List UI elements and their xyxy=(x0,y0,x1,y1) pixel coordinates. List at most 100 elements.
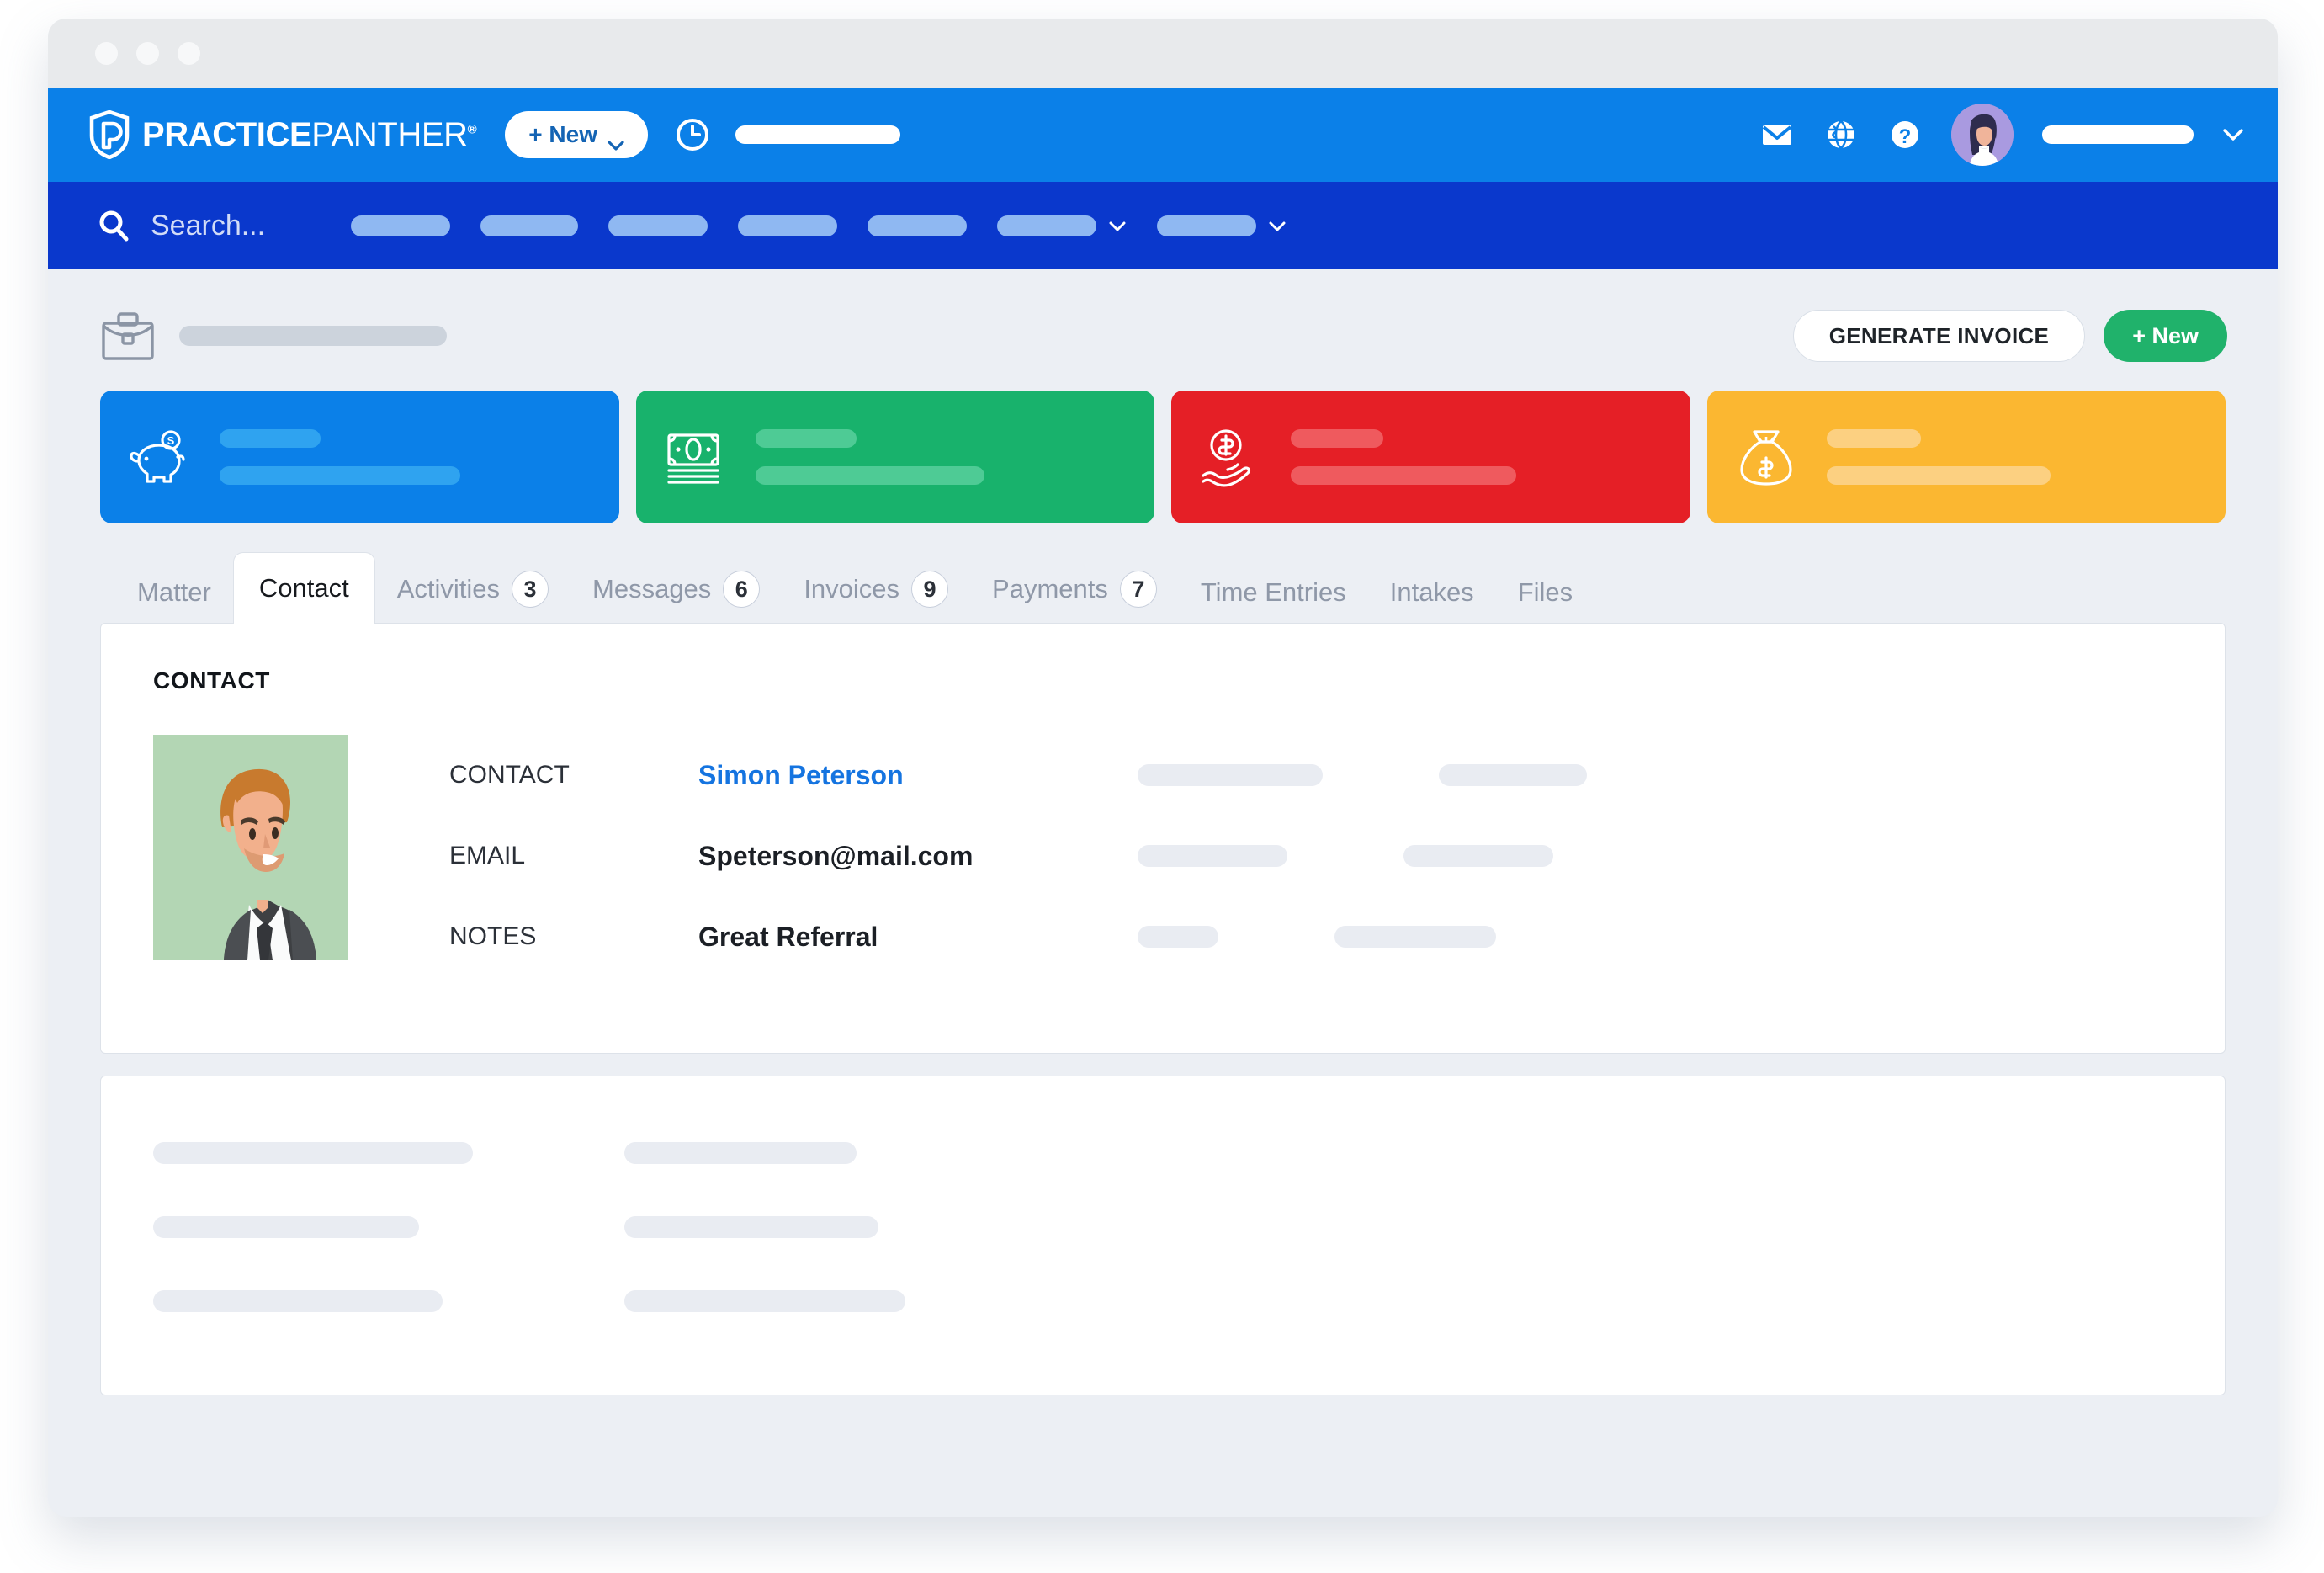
nav-item-7-pill xyxy=(1157,215,1257,236)
page-body: GENERATE INVOICE + New S Matter Contact … xyxy=(48,269,2278,1517)
secondary-panel xyxy=(100,1076,2226,1395)
contact-field-list: CONTACT Simon Peterson EMAIL Speterson@m… xyxy=(449,735,2173,977)
tab-contact[interactable]: Contact xyxy=(232,552,375,624)
placeholder-bar xyxy=(624,1216,878,1238)
contact-email-value: Speterson@mail.com xyxy=(698,840,974,871)
nav-item-4[interactable] xyxy=(738,215,838,236)
window-minimize-button[interactable] xyxy=(136,41,159,65)
tab-label: Time Entries xyxy=(1200,577,1346,607)
brand-registered-mark: ® xyxy=(467,122,477,137)
stat-card-lines xyxy=(220,429,460,485)
contact-details: CONTACT Simon Peterson EMAIL Speterson@m… xyxy=(153,735,2173,977)
contact-name-link[interactable]: Simon Peterson xyxy=(698,760,1119,791)
tab-badge: 7 xyxy=(1119,571,1157,608)
contact-notes-value: Great Referral xyxy=(698,921,878,952)
main-navigation xyxy=(351,215,1287,236)
shield-p-logo-icon xyxy=(88,109,130,160)
globe-icon[interactable] xyxy=(1823,117,1859,152)
placeholder-bar xyxy=(624,1142,857,1164)
stat-line-value xyxy=(1291,466,1516,485)
tab-label: Intakes xyxy=(1389,577,1474,607)
stat-card-lines xyxy=(755,429,984,485)
generate-invoice-button[interactable]: GENERATE INVOICE xyxy=(1792,310,2086,362)
tab-intakes[interactable]: Intakes xyxy=(1368,562,1496,623)
window-close-button[interactable] xyxy=(95,41,118,65)
field-row-contact: CONTACT Simon Peterson xyxy=(449,735,2173,816)
tab-time-entries[interactable]: Time Entries xyxy=(1179,562,1368,623)
tab-label: Matter xyxy=(137,577,211,607)
user-name-placeholder xyxy=(2042,125,2194,144)
panel-title: CONTACT xyxy=(153,667,270,694)
svg-text:?: ? xyxy=(1899,125,1912,148)
placeholder-bar xyxy=(624,1290,905,1312)
nav-item-3[interactable] xyxy=(608,215,708,236)
ghost-value-a xyxy=(1138,926,1218,948)
matter-name-placeholder xyxy=(179,326,447,346)
brand-bold: PRACTICE xyxy=(142,115,312,153)
field-label: CONTACT xyxy=(449,761,570,789)
stat-card-collected[interactable] xyxy=(1706,391,2226,523)
chevron-down-icon[interactable] xyxy=(2222,128,2244,141)
tab-label: Payments xyxy=(992,574,1108,603)
stat-line-value xyxy=(1826,466,2051,485)
field-row-email: EMAIL Speterson@mail.com xyxy=(449,816,2173,896)
tab-invoices[interactable]: Invoices 9 xyxy=(782,555,970,623)
stat-card-outstanding[interactable] xyxy=(1171,391,1690,523)
brand-wordmark: PRACTICEPANTHER® xyxy=(142,115,477,154)
placeholder-grid xyxy=(153,1142,2173,1312)
timer-clock-icon[interactable] xyxy=(675,117,710,152)
nav-item-2[interactable] xyxy=(480,215,579,236)
tab-label: Messages xyxy=(592,574,712,603)
nav-item-6-pill xyxy=(997,215,1097,236)
tab-payments[interactable]: Payments 7 xyxy=(970,555,1179,623)
stat-card-lines xyxy=(1291,429,1516,485)
brand-light: PANTHER xyxy=(311,115,468,153)
chevron-down-icon xyxy=(1108,221,1127,231)
tab-badge: 9 xyxy=(911,571,949,608)
tab-files[interactable]: Files xyxy=(1496,562,1594,623)
tab-badge: 3 xyxy=(512,571,549,608)
header-actions: ? xyxy=(1759,104,2244,166)
timer-value-placeholder xyxy=(735,125,900,144)
user-avatar[interactable] xyxy=(1951,104,2014,166)
nav-item-1[interactable] xyxy=(351,215,451,236)
tab-activities[interactable]: Activities 3 xyxy=(375,555,570,623)
toolbar-actions: GENERATE INVOICE + New xyxy=(1792,310,2227,362)
chevron-down-icon xyxy=(1268,221,1287,231)
window-maximize-button[interactable] xyxy=(178,41,200,65)
stat-card-billed[interactable] xyxy=(635,391,1154,523)
tab-label: Files xyxy=(1517,577,1573,607)
stat-line-value xyxy=(755,466,984,485)
nav-item-5[interactable] xyxy=(868,215,968,236)
tab-matter[interactable]: Matter xyxy=(115,562,233,623)
cash-icon xyxy=(665,427,725,487)
new-record-button[interactable]: + New xyxy=(2104,310,2227,362)
matter-toolbar: GENERATE INVOICE + New xyxy=(48,269,2278,362)
field-row-notes: NOTES Great Referral xyxy=(449,896,2173,977)
contact-panel: CONTACT CONTACT Simon Peterson EMAIL Spe… xyxy=(100,623,2226,1054)
stat-card-trust-balance[interactable]: S xyxy=(100,391,619,523)
new-button-label: + New xyxy=(528,121,597,147)
stat-line-label xyxy=(220,429,321,448)
tab-label: Invoices xyxy=(804,574,900,603)
search-bar: Search... xyxy=(48,182,2278,269)
search-icon xyxy=(97,209,130,242)
search-input[interactable]: Search... xyxy=(151,210,265,242)
new-button[interactable]: + New xyxy=(505,111,648,158)
browser-window: PRACTICEPANTHER® + New ? Search... GENER… xyxy=(48,19,2278,1517)
mail-icon[interactable] xyxy=(1759,117,1795,152)
tab-messages[interactable]: Messages 6 xyxy=(570,555,782,623)
window-titlebar xyxy=(48,19,2278,88)
nav-item-6[interactable] xyxy=(997,215,1127,236)
stat-line-label xyxy=(1291,429,1383,448)
tab-label: Activities xyxy=(396,574,501,603)
ghost-value-b xyxy=(1439,764,1587,786)
ghost-value-b xyxy=(1334,926,1496,948)
nav-item-7[interactable] xyxy=(1157,215,1287,236)
help-icon[interactable]: ? xyxy=(1887,117,1923,152)
piggy-bank-icon: S xyxy=(129,427,189,487)
brand-logo[interactable]: PRACTICEPANTHER® xyxy=(88,109,477,160)
briefcase-icon xyxy=(100,311,156,361)
chevron-down-icon xyxy=(608,130,624,151)
ghost-value-a xyxy=(1138,845,1287,867)
